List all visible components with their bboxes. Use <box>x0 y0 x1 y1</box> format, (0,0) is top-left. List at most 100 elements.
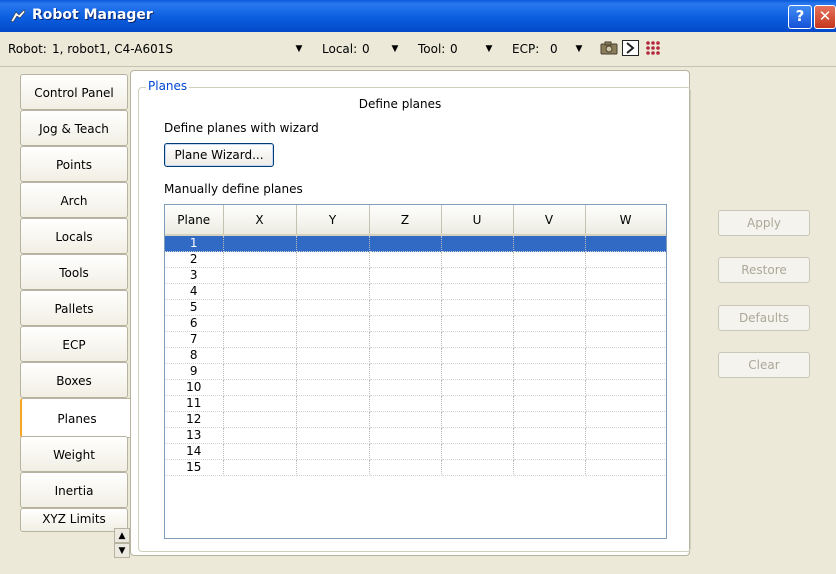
w-cell[interactable] <box>585 443 666 460</box>
u-cell[interactable] <box>441 443 514 460</box>
x-cell[interactable] <box>223 299 297 316</box>
u-cell[interactable] <box>441 347 514 364</box>
apply-button[interactable]: Apply <box>718 210 810 236</box>
u-cell[interactable] <box>441 331 514 348</box>
u-cell[interactable] <box>441 235 514 252</box>
x-cell[interactable] <box>223 443 297 460</box>
column-header-z[interactable]: Z <box>369 205 442 236</box>
v-cell[interactable] <box>513 363 586 380</box>
v-cell[interactable] <box>513 235 586 252</box>
x-cell[interactable] <box>223 411 297 428</box>
y-cell[interactable] <box>296 235 370 252</box>
tab-tools[interactable]: Tools <box>20 254 128 290</box>
z-cell[interactable] <box>369 331 442 348</box>
table-row[interactable]: 7 <box>165 331 666 348</box>
tab-control-panel[interactable]: Control Panel <box>20 74 128 110</box>
table-row[interactable]: 6 <box>165 315 666 332</box>
tab-scroll-down-button[interactable]: ▼ <box>114 543 130 558</box>
defaults-button[interactable]: Defaults <box>718 305 810 331</box>
tab-points[interactable]: Points <box>20 146 128 182</box>
z-cell[interactable] <box>369 379 442 396</box>
y-cell[interactable] <box>296 395 370 412</box>
table-row[interactable]: 15 <box>165 459 666 476</box>
w-cell[interactable] <box>585 363 666 380</box>
w-cell[interactable] <box>585 411 666 428</box>
w-cell[interactable] <box>585 251 666 268</box>
tool-combobox[interactable]: 0 ▼ <box>450 39 500 59</box>
v-cell[interactable] <box>513 251 586 268</box>
v-cell[interactable] <box>513 427 586 444</box>
x-cell[interactable] <box>223 283 297 300</box>
w-cell[interactable] <box>585 395 666 412</box>
tab-locals[interactable]: Locals <box>20 218 128 254</box>
v-cell[interactable] <box>513 347 586 364</box>
v-cell[interactable] <box>513 395 586 412</box>
w-cell[interactable] <box>585 299 666 316</box>
z-cell[interactable] <box>369 395 442 412</box>
w-cell[interactable] <box>585 283 666 300</box>
y-cell[interactable] <box>296 315 370 332</box>
column-header-u[interactable]: U <box>441 205 514 236</box>
u-cell[interactable] <box>441 459 514 476</box>
u-cell[interactable] <box>441 379 514 396</box>
z-cell[interactable] <box>369 443 442 460</box>
x-cell[interactable] <box>223 395 297 412</box>
planes-grid[interactable]: Plane X Y Z U V W 1 2 3 4 5 6 7 8 9 10 1… <box>164 204 667 539</box>
column-header-y[interactable]: Y <box>296 205 370 236</box>
w-cell[interactable] <box>585 315 666 332</box>
v-cell[interactable] <box>513 299 586 316</box>
table-row[interactable]: 12 <box>165 411 666 428</box>
x-cell[interactable] <box>223 363 297 380</box>
z-cell[interactable] <box>369 363 442 380</box>
y-cell[interactable] <box>296 299 370 316</box>
y-cell[interactable] <box>296 411 370 428</box>
restore-button[interactable]: Restore <box>718 257 810 283</box>
tab-weight[interactable]: Weight <box>20 436 128 472</box>
w-cell[interactable] <box>585 459 666 476</box>
tab-jog-teach[interactable]: Jog & Teach <box>20 110 128 146</box>
u-cell[interactable] <box>441 363 514 380</box>
ecp-combobox[interactable]: 0 ▼ <box>550 39 590 59</box>
v-cell[interactable] <box>513 283 586 300</box>
x-cell[interactable] <box>223 235 297 252</box>
tab-ecp[interactable]: ECP <box>20 326 128 362</box>
z-cell[interactable] <box>369 315 442 332</box>
local-combobox[interactable]: 0 ▼ <box>362 39 408 59</box>
table-row[interactable]: 13 <box>165 427 666 444</box>
u-cell[interactable] <box>441 251 514 268</box>
y-cell[interactable] <box>296 427 370 444</box>
robot-combobox[interactable]: 1, robot1, C4-A601S ▼ <box>52 39 312 59</box>
u-cell[interactable] <box>441 315 514 332</box>
command-prompt-icon[interactable] <box>622 40 639 56</box>
tab-pallets[interactable]: Pallets <box>20 290 128 326</box>
w-cell[interactable] <box>585 427 666 444</box>
table-row[interactable]: 5 <box>165 299 666 316</box>
tab-inertia[interactable]: Inertia <box>20 472 128 508</box>
x-cell[interactable] <box>223 347 297 364</box>
x-cell[interactable] <box>223 251 297 268</box>
v-cell[interactable] <box>513 315 586 332</box>
w-cell[interactable] <box>585 235 666 252</box>
y-cell[interactable] <box>296 283 370 300</box>
z-cell[interactable] <box>369 459 442 476</box>
x-cell[interactable] <box>223 379 297 396</box>
tab-xyz-limits[interactable]: XYZ Limits <box>20 508 128 532</box>
y-cell[interactable] <box>296 267 370 284</box>
column-header-plane[interactable]: Plane <box>165 205 224 236</box>
table-row[interactable]: 11 <box>165 395 666 412</box>
w-cell[interactable] <box>585 379 666 396</box>
table-row[interactable]: 14 <box>165 443 666 460</box>
z-cell[interactable] <box>369 267 442 284</box>
z-cell[interactable] <box>369 347 442 364</box>
v-cell[interactable] <box>513 459 586 476</box>
u-cell[interactable] <box>441 411 514 428</box>
u-cell[interactable] <box>441 267 514 284</box>
z-cell[interactable] <box>369 299 442 316</box>
column-header-x[interactable]: X <box>223 205 297 236</box>
z-cell[interactable] <box>369 427 442 444</box>
column-header-v[interactable]: V <box>513 205 586 236</box>
x-cell[interactable] <box>223 427 297 444</box>
z-cell[interactable] <box>369 235 442 252</box>
v-cell[interactable] <box>513 411 586 428</box>
table-row[interactable]: 8 <box>165 347 666 364</box>
